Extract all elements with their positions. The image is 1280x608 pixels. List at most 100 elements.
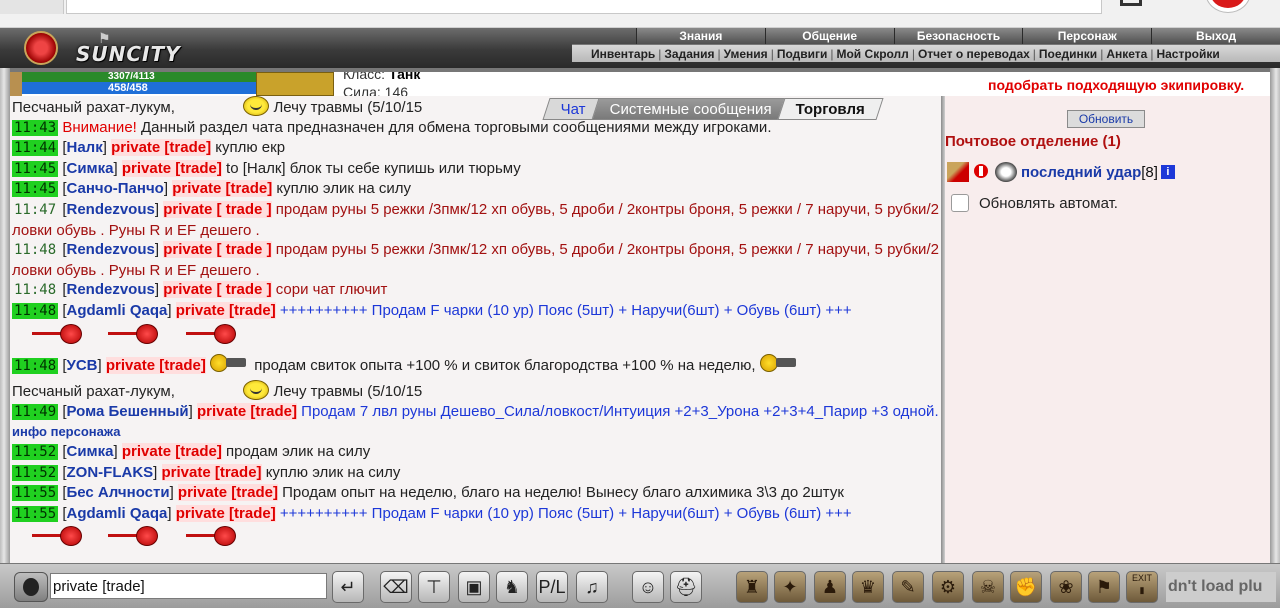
chat-message: 11:47 [Rendezvous] private [ trade ] про… [12,200,939,239]
chat-message: 11:44 [Налк] private [trade] куплю екр [12,139,286,157]
frame-left-border [0,68,10,564]
char-info-link[interactable]: инфо персонажа [12,424,120,439]
submenu-my-scroll[interactable]: Мой Скролл [833,47,911,61]
bottom-toolbar: ↵ ⌫ ⊤ ▣ ♞ P/L ♫ ☺ ⛑ ♜ ✦ ♟ ♛ ✎ ⚙ ☠ ✊ ❀ ⚑ … [0,563,1280,608]
gun-smiley-icon [210,352,250,374]
eraser-icon[interactable]: ⌫ [380,571,412,603]
submenu-profile[interactable]: Анкета [1103,47,1150,61]
menu-item-character[interactable]: Персонаж [1022,28,1151,44]
logo-text: SUNCITY [76,42,181,66]
user-level: [8] [1141,163,1158,181]
chat-message: 11:45 [Симка] private [trade] to [Налк] … [12,159,521,177]
browser-top-bar [0,0,1280,28]
chat-message: 11:48 [Rendezvous] private [ trade ] про… [12,241,939,279]
submenu-settings[interactable]: Настройки [1153,47,1222,61]
character-strength: Сила: 146 [343,84,409,96]
auto-refresh-row: Обновлять автомат. [951,194,1118,212]
load-plugin-text: dn't load plu [1166,572,1276,602]
hp-value: 3307/4113 [108,72,155,82]
chat-message: 11:55 [Бес Алчности] private [trade] Про… [12,484,844,502]
save-icon[interactable]: ▣ [458,571,490,603]
arrow-ball-icon [186,323,240,344]
chat-top-line-repeat: Песчаный рахат-лукум, Лечу травмы (5/10/… [10,376,941,402]
menu-item-exit[interactable]: Выход [1151,28,1280,44]
auto-refresh-checkbox[interactable] [951,194,969,212]
refresh-button[interactable]: Обновить [1067,110,1145,128]
submenu-feats[interactable]: Подвиги [774,47,831,61]
chat-message: 11:49 [Рома Бешенный] private [trade] Пр… [12,402,939,440]
online-user-row: последний удар [8] i [947,160,1175,184]
potion-icon[interactable]: ♟ [814,571,846,603]
info-icon[interactable]: i [1160,165,1175,179]
clan-icon[interactable] [947,162,969,182]
timestamp[interactable]: 11:43 [12,119,59,136]
sound-icon[interactable]: ♫ [576,571,608,603]
private-trade-tag[interactable]: private [trade] [111,139,212,157]
frame-right-border [1270,68,1280,564]
chat-message: 11:45 [Санчо-Панчо] private [trade] купл… [12,180,412,198]
main-menu: Знания Общение Безопасность Персонаж Вых… [636,28,1280,44]
dance-icon[interactable]: ♞ [496,571,528,603]
chat-tabs: Чат Системные сообщения Торговля [542,98,884,120]
healer-smiley-icon [243,96,270,116]
fist-icon[interactable]: ✊ [1010,571,1042,603]
enter-icon[interactable]: ↵ [332,571,364,603]
menu-item-communication[interactable]: Общение [764,28,894,44]
gear-icon[interactable]: ⚙ [932,571,964,603]
character-portrait[interactable] [10,72,22,96]
item-icons-row [10,322,941,346]
helmet-icon[interactable]: ⛑ [670,571,702,603]
character-class: Класс: Танк [343,72,421,82]
submenu-skills[interactable]: Умения [721,47,771,61]
flag-icon[interactable]: ⚑ [1088,571,1120,603]
menu-item-security[interactable]: Безопасность [893,28,1023,44]
align-icon [995,162,1017,182]
arrow-ball-icon [108,323,162,344]
chat-message: 11:48 [Rendezvous] private [ trade ] сор… [14,281,388,299]
filter-icon[interactable]: ⊤ [418,571,450,603]
tab-trade[interactable]: Торговля [777,98,884,120]
address-bar[interactable] [66,0,1102,14]
menu-item-knowledge[interactable]: Знания [636,28,765,44]
browser-tab[interactable] [0,0,64,14]
sub-menu: Инвентарь | Задания | Умения | Подвиги | Мой… [572,44,1280,62]
arrow-ball-icon [186,526,240,547]
item-icons-row [10,524,941,548]
submenu-inventory[interactable]: Инвентарь [588,47,658,61]
character-strip: 3307/4113 458/458 Класс: Танк Сила: 146 … [10,72,1270,96]
equipment-slot[interactable] [256,72,334,96]
medic-icon [971,162,993,182]
sheep-icon[interactable]: ❀ [1050,571,1082,603]
nick-link[interactable]: Налк [67,139,103,156]
mana-value: 458/458 [108,82,148,94]
lion-icon[interactable]: ♛ [852,571,884,603]
bag-icon[interactable]: ♜ [736,571,768,603]
submenu-tasks[interactable]: Задания [661,47,717,61]
healer-smiley-icon [243,380,270,401]
tabs-count-icon[interactable] [1120,0,1142,6]
submenu-duels[interactable]: Поединки [1036,47,1100,61]
chat-log[interactable]: Песчаный рахат-лукум, Лечу травмы (5/10/… [10,96,941,563]
skull-icon[interactable]: ☠ [972,571,1004,603]
equipment-notice[interactable]: подобрать подходящую экипировку. [988,77,1244,93]
browser-logo-icon[interactable] [1206,0,1250,12]
submenu-transfer-report[interactable]: Отчет о переводах [915,47,1033,61]
gun-smiley-icon [759,352,800,374]
smiley-icon[interactable]: ☺ [632,571,664,603]
magic-icon[interactable]: ✦ [774,571,806,603]
arrow-ball-icon [32,526,86,547]
exit-icon[interactable]: EXIT ▮ [1126,571,1158,603]
arrow-ball-icon [108,526,162,547]
pl-icon[interactable]: P/L [536,571,568,603]
emblem-icon [24,31,58,65]
post-office-link[interactable]: Почтовое отделение (1) [945,133,1121,150]
tab-system-messages[interactable]: Системные сообщения [591,98,791,120]
arrow-ball-icon [32,323,86,344]
user-name[interactable]: последний удар [1021,164,1141,181]
scroll-icon[interactable]: ✎ [892,571,924,603]
speaker-avatar-icon[interactable] [14,572,48,602]
chat-message: 11:48 [Agdamli Qaqa] private [trade] +++… [12,301,852,319]
hp-bar: 3307/4113 [22,72,266,82]
auto-refresh-label: Обновлять автомат. [979,194,1118,212]
chat-input[interactable] [50,573,327,599]
